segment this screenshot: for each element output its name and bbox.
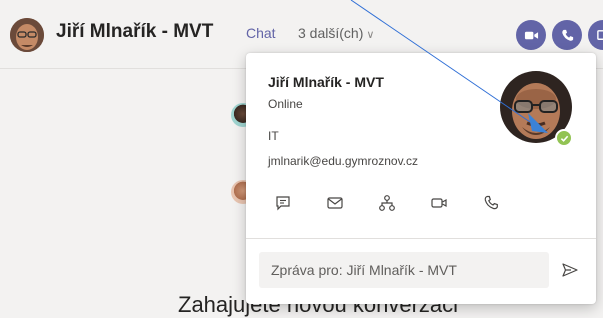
email-action-button[interactable] (324, 192, 346, 214)
chat-title: Jiří Mlnařík - MVT (56, 21, 213, 43)
presence-available-icon (555, 129, 573, 147)
share-screen-button[interactable] (588, 20, 603, 50)
phone-icon (482, 194, 500, 212)
share-screen-icon (596, 28, 603, 43)
org-chart-icon (378, 194, 396, 212)
chat-action-button[interactable] (272, 192, 294, 214)
mail-icon (326, 194, 344, 212)
tab-more-label: 3 další(ch) (298, 25, 363, 41)
org-chart-action-button[interactable] (376, 192, 398, 214)
contact-email[interactable]: jmlnarik@edu.gymroznov.cz (268, 154, 418, 168)
chat-icon (274, 194, 292, 212)
video-call-icon (524, 28, 539, 43)
send-button[interactable] (559, 259, 581, 281)
video-call-button[interactable] (516, 20, 546, 50)
chevron-down-icon: ∨ (366, 28, 374, 41)
card-divider (246, 238, 596, 239)
video-action-button[interactable] (428, 192, 450, 214)
audio-call-button[interactable] (552, 20, 582, 50)
send-icon (561, 261, 579, 279)
contact-status: Online (268, 97, 303, 111)
audio-call-icon (560, 28, 575, 43)
header-avatar[interactable] (10, 18, 44, 52)
tab-more[interactable]: 3 další(ch)∨ (298, 25, 374, 41)
contact-name: Jiří Mlnařík - MVT (268, 74, 384, 90)
contact-department: IT (268, 129, 279, 143)
call-action-button[interactable] (480, 192, 502, 214)
tab-chat[interactable]: Chat (246, 25, 276, 41)
message-input[interactable] (259, 252, 549, 288)
video-icon (430, 194, 448, 212)
contact-card: Jiří Mlnařík - MVT Online IT jmlnarik@ed… (246, 53, 596, 304)
